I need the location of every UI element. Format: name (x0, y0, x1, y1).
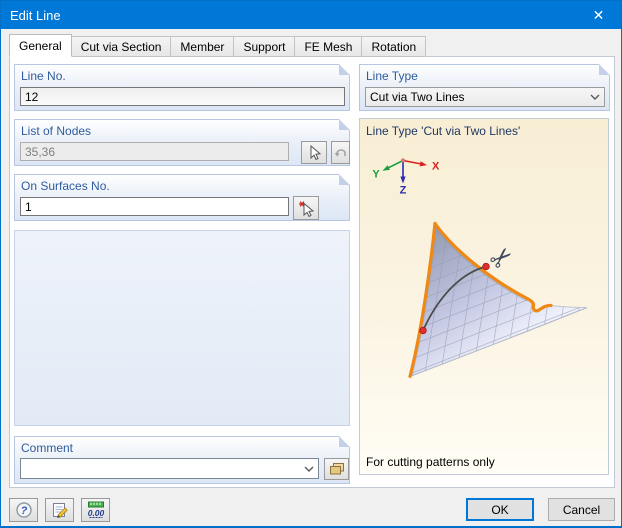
comment-combobox[interactable] (20, 458, 319, 479)
preview-title: Line Type 'Cut via Two Lines' (366, 124, 521, 138)
cancel-button[interactable]: Cancel (548, 498, 615, 521)
pick-surface-button[interactable] (293, 196, 319, 220)
svg-text:?: ? (20, 505, 27, 517)
on-surfaces-field[interactable] (20, 197, 289, 216)
axis-z-label: Z (400, 185, 407, 197)
axes-triad (382, 158, 427, 184)
tab-member[interactable]: Member (170, 36, 235, 57)
edit-comment-button[interactable] (45, 498, 74, 522)
chevron-down-icon (590, 94, 600, 100)
group-on-surfaces: On Surfaces No. (14, 174, 350, 221)
svg-text:0.00: 0.00 (87, 508, 104, 518)
list-of-nodes-label: List of Nodes (21, 124, 92, 138)
comment-label: Comment (21, 441, 74, 455)
cut-line-illustration: ✂ X Y Z (372, 158, 588, 379)
tab-page-general: Line No. List of Nodes On Surfaces No. (9, 56, 615, 488)
close-button[interactable]: ✕ (576, 1, 621, 29)
on-surfaces-label: On Surfaces No. (21, 179, 110, 193)
reverse-line-orientation-button[interactable] (331, 141, 350, 164)
tab-general[interactable]: General (9, 34, 72, 57)
axis-y-label: Y (372, 169, 380, 181)
line-type-preview-panel: Line Type 'Cut via Two Lines' ✂ X Y Z Fo… (359, 118, 609, 475)
reverse-arrow-icon (334, 148, 346, 157)
line-type-label: Line Type (366, 69, 418, 83)
group-line-no: Line No. (14, 64, 350, 111)
group-list-of-nodes: List of Nodes (14, 119, 350, 166)
ok-button[interactable]: OK (466, 498, 534, 521)
empty-list-panel (14, 230, 350, 426)
tab-rotation[interactable]: Rotation (361, 36, 427, 57)
tab-fe-mesh[interactable]: FE Mesh (294, 36, 363, 57)
cursor-pick-icon (310, 144, 322, 160)
edit-line-dialog: Edit Line ✕ General Cut via Section Memb… (0, 0, 622, 528)
cut-node-1 (419, 326, 427, 335)
units-ruler-icon: 0.00 (87, 501, 104, 518)
line-no-label: Line No. (21, 69, 66, 83)
tab-support[interactable]: Support (233, 36, 296, 57)
browse-comments-button[interactable] (324, 458, 349, 480)
titlebar: Edit Line ✕ (1, 1, 621, 29)
line-no-field[interactable] (20, 87, 345, 106)
window-title: Edit Line (10, 7, 61, 23)
group-line-type: Line Type Cut via Two Lines (359, 64, 610, 111)
chevron-down-icon (304, 466, 314, 472)
close-icon: ✕ (592, 6, 605, 23)
group-comment: Comment (14, 436, 350, 484)
list-of-nodes-field (20, 142, 289, 161)
tab-strip: General Cut via Section Member Support F… (9, 34, 427, 57)
help-icon: ? (15, 502, 32, 518)
axis-x-label: X (432, 161, 440, 173)
notepad-pencil-icon (52, 503, 68, 518)
cursor-pick-new-icon (298, 200, 314, 217)
units-settings-button[interactable]: 0.00 (81, 498, 110, 522)
stacked-comments-icon (329, 462, 344, 474)
preview-footer-note: For cutting patterns only (366, 455, 495, 469)
cut-node-2 (482, 262, 490, 271)
help-button[interactable]: ? (9, 498, 38, 522)
pick-nodes-button[interactable] (301, 141, 327, 164)
scissors-icon: ✂ (483, 239, 520, 276)
line-type-value: Cut via Two Lines (370, 90, 465, 104)
line-type-dropdown[interactable]: Cut via Two Lines (365, 87, 605, 107)
tab-cut-via-section[interactable]: Cut via Section (70, 36, 172, 57)
